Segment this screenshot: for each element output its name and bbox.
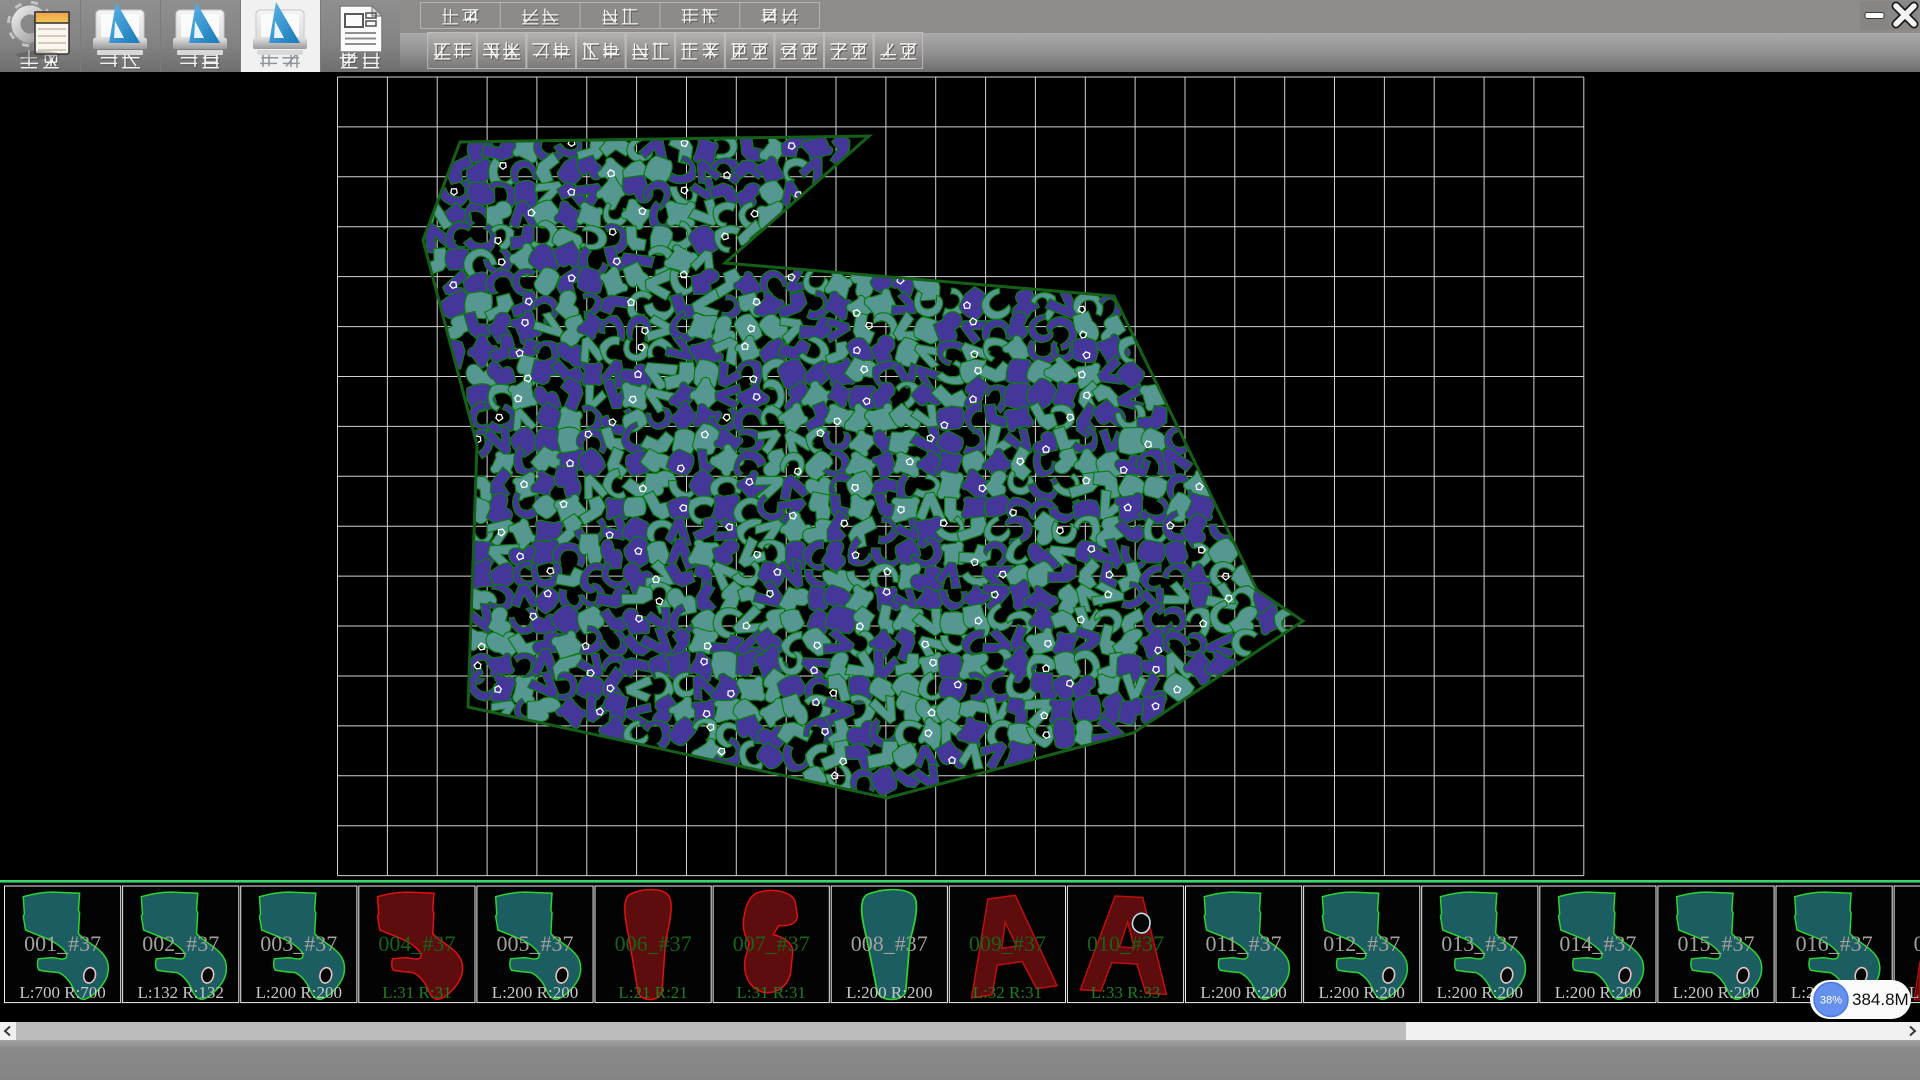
- svg-text:L:132 R:132: L:132 R:132: [137, 983, 223, 1002]
- svg-text:L:200 R:200: L:200 R:200: [1437, 983, 1523, 1002]
- svg-text:L:200 R:200: L:200 R:200: [846, 983, 932, 1002]
- svg-text:384.8M: 384.8M: [1852, 990, 1909, 1009]
- svg-text:012_#37: 012_#37: [1323, 931, 1400, 956]
- svg-text:L:200 R:200: L:200 R:200: [1318, 983, 1404, 1002]
- svg-text:005_#37: 005_#37: [497, 931, 574, 956]
- svg-text:014_#37: 014_#37: [1559, 931, 1636, 956]
- svg-text:L:31 R:31: L:31 R:31: [382, 983, 451, 1002]
- svg-text:002_#37: 002_#37: [142, 931, 219, 956]
- svg-text:38%: 38%: [1820, 995, 1842, 1007]
- svg-text:007_#37: 007_#37: [733, 931, 810, 956]
- svg-text:L:700 R:700: L:700 R:700: [19, 983, 105, 1002]
- svg-text:L:33 R:33: L:33 R:33: [1091, 983, 1160, 1002]
- svg-text:008_#37: 008_#37: [851, 931, 928, 956]
- svg-text:003_#37: 003_#37: [260, 931, 337, 956]
- svg-text:009_#37: 009_#37: [969, 931, 1046, 956]
- svg-text:L:21 R:21: L:21 R:21: [618, 983, 687, 1002]
- svg-text:L:200 R:200: L:200 R:200: [1200, 983, 1286, 1002]
- svg-text:004_#37: 004_#37: [378, 931, 455, 956]
- svg-text:006_#37: 006_#37: [615, 931, 692, 956]
- svg-text:L:32 R:31: L:32 R:31: [973, 983, 1042, 1002]
- svg-text:L:31 R:31: L:31 R:31: [736, 983, 805, 1002]
- svg-text:010_#37: 010_#37: [1087, 931, 1164, 956]
- svg-text:017_#37: 017_#37: [1914, 931, 1920, 956]
- svg-text:L:200 R:200: L:200 R:200: [492, 983, 578, 1002]
- svg-text:L:200 R:200: L:200 R:200: [1555, 983, 1641, 1002]
- svg-text:011_#37: 011_#37: [1206, 931, 1282, 956]
- svg-text:015_#37: 015_#37: [1678, 931, 1755, 956]
- svg-text:L:200 R:200: L:200 R:200: [256, 983, 342, 1002]
- svg-text:013_#37: 013_#37: [1441, 931, 1518, 956]
- svg-text:016_#37: 016_#37: [1796, 931, 1873, 956]
- svg-text:L:200 R:200: L:200 R:200: [1673, 983, 1759, 1002]
- svg-text:001_#37: 001_#37: [24, 931, 101, 956]
